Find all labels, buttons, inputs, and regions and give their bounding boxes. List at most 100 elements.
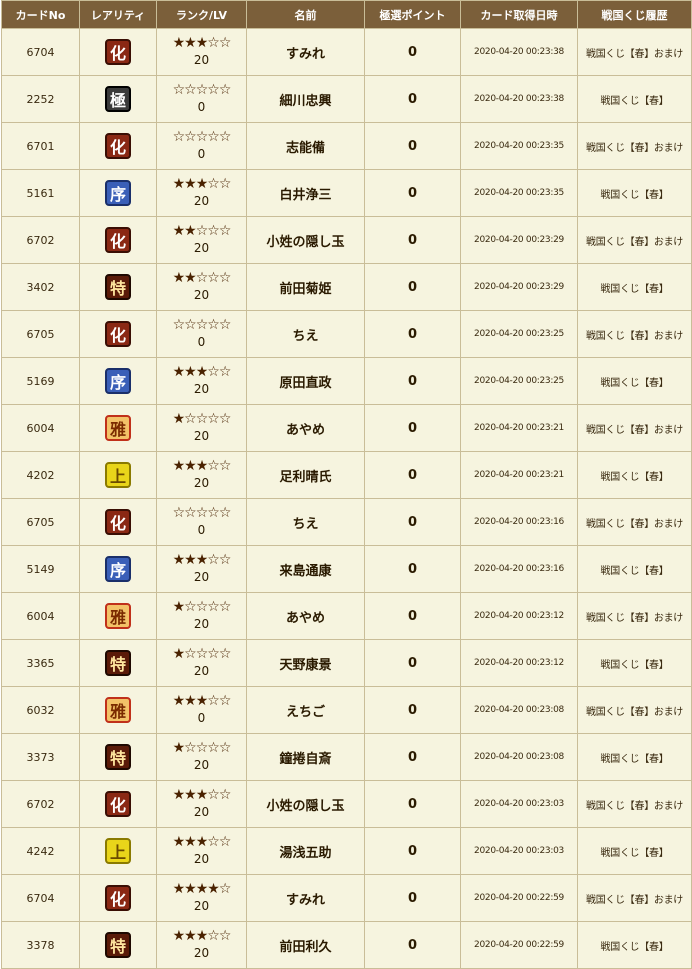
table-row: 6704 化 ★★★☆☆ 20 すみれ 0 2020-04-20 00:23:38 戦国くじ【…: [1, 28, 692, 76]
acquired-date: 2020-04-20 00:23:21: [460, 404, 578, 452]
rank-stars: ★★★☆☆: [172, 364, 232, 380]
history-label: 戦国くじ【春】おまけ: [577, 592, 692, 640]
table-row: 3378 特 ★★★☆☆ 20 前田利久 0 2020-04-20 00:22:59 戦国くじ…: [1, 921, 692, 969]
card-name: ちえ: [246, 498, 365, 546]
history-label: 戦国くじ【春】: [577, 827, 692, 875]
table-row: 5149 序 ★★★☆☆ 20 来島通康 0 2020-04-20 00:23:16 戦国くじ…: [1, 545, 692, 593]
card-name: すみれ: [246, 28, 365, 76]
acquired-date: 2020-04-20 00:23:03: [460, 780, 578, 828]
rarity-cell: 雅: [79, 592, 157, 640]
table-row: 5161 序 ★★★☆☆ 20 白井浄三 0 2020-04-20 00:23:35 戦国くじ…: [1, 169, 692, 217]
card-name: 白井浄三: [246, 169, 365, 217]
rank-stars: ★☆☆☆☆: [172, 599, 232, 615]
level-value: 0: [197, 711, 206, 725]
rank-stars: ★★☆☆☆: [172, 270, 232, 286]
rank-stars: ★★★★☆: [172, 881, 232, 897]
card-name: 来島通康: [246, 545, 365, 593]
rarity-badge-icon: 序: [105, 368, 131, 394]
history-label: 戦国くじ【春】おまけ: [577, 686, 692, 734]
points-value: 0: [364, 122, 461, 170]
history-label: 戦国くじ【春】おまけ: [577, 498, 692, 546]
level-value: 20: [193, 852, 210, 866]
card-name: 湯浅五助: [246, 827, 365, 875]
points-value: 0: [364, 780, 461, 828]
level-value: 20: [193, 476, 210, 490]
header-history: 戦国くじ履歴: [577, 0, 692, 29]
rank-lv-cell: ★☆☆☆☆ 20: [156, 592, 247, 640]
card-no: 2252: [1, 75, 80, 123]
card-no: 6702: [1, 780, 80, 828]
rank-lv-cell: ★★★☆☆ 20: [156, 827, 247, 875]
acquired-date: 2020-04-20 00:23:29: [460, 263, 578, 311]
rarity-cell: 雅: [79, 686, 157, 734]
points-value: 0: [364, 733, 461, 781]
points-value: 0: [364, 639, 461, 687]
rarity-badge-icon: 特: [105, 650, 131, 676]
card-no: 6004: [1, 592, 80, 640]
level-value: 20: [193, 288, 210, 302]
level-value: 20: [193, 617, 210, 631]
card-name: 鐘捲自斎: [246, 733, 365, 781]
rarity-badge-icon: 極: [105, 86, 131, 112]
rank-lv-cell: ☆☆☆☆☆ 0: [156, 498, 247, 546]
rarity-cell: 序: [79, 169, 157, 217]
header-row: カードNo レアリティ ランク/LV 名前 極選ポイント カード取得日時 戦国く…: [1, 0, 692, 29]
header-points: 極選ポイント: [364, 0, 461, 29]
rank-lv-cell: ★★★☆☆ 0: [156, 686, 247, 734]
history-label: 戦国くじ【春】おまけ: [577, 780, 692, 828]
rank-stars: ★☆☆☆☆: [172, 646, 232, 662]
acquired-date: 2020-04-20 00:23:12: [460, 639, 578, 687]
table-row: 6004 雅 ★☆☆☆☆ 20 あやめ 0 2020-04-20 00:23:21 戦国くじ【…: [1, 404, 692, 452]
points-value: 0: [364, 921, 461, 969]
table-row: 5169 序 ★★★☆☆ 20 原田直政 0 2020-04-20 00:23:25 戦国くじ…: [1, 357, 692, 405]
history-label: 戦国くじ【春】おまけ: [577, 122, 692, 170]
header-card-no: カードNo: [1, 0, 80, 29]
rank-stars: ★★★☆☆: [172, 552, 232, 568]
rarity-cell: 化: [79, 310, 157, 358]
card-name: あやめ: [246, 592, 365, 640]
rarity-badge-icon: 序: [105, 556, 131, 582]
rarity-cell: 化: [79, 498, 157, 546]
level-value: 0: [197, 147, 206, 161]
level-value: 0: [197, 100, 206, 114]
rarity-badge-icon: 特: [105, 274, 131, 300]
history-label: 戦国くじ【春】: [577, 75, 692, 123]
card-name: 天野康景: [246, 639, 365, 687]
rank-lv-cell: ★★★☆☆ 20: [156, 357, 247, 405]
rarity-badge-icon: 化: [105, 509, 131, 535]
rarity-cell: 特: [79, 733, 157, 781]
points-value: 0: [364, 874, 461, 922]
rank-stars: ★★★☆☆: [172, 35, 232, 51]
history-label: 戦国くじ【春】おまけ: [577, 216, 692, 264]
history-label: 戦国くじ【春】おまけ: [577, 404, 692, 452]
acquired-date: 2020-04-20 00:23:35: [460, 122, 578, 170]
table-row: 6702 化 ★★★☆☆ 20 小姓の隠し玉 0 2020-04-20 00:23:03 戦国…: [1, 780, 692, 828]
rarity-cell: 化: [79, 874, 157, 922]
rank-lv-cell: ★★★☆☆ 20: [156, 451, 247, 499]
rarity-cell: 序: [79, 545, 157, 593]
header-name: 名前: [246, 0, 365, 29]
card-name: 前田菊姫: [246, 263, 365, 311]
points-value: 0: [364, 686, 461, 734]
acquired-date: 2020-04-20 00:22:59: [460, 921, 578, 969]
rank-stars: ☆☆☆☆☆: [172, 129, 232, 145]
points-value: 0: [364, 75, 461, 123]
rarity-badge-icon: 序: [105, 180, 131, 206]
rarity-badge-icon: 雅: [105, 603, 131, 629]
rarity-cell: 上: [79, 451, 157, 499]
history-label: 戦国くじ【春】: [577, 451, 692, 499]
acquired-date: 2020-04-20 00:22:59: [460, 874, 578, 922]
card-name: ちえ: [246, 310, 365, 358]
card-name: 志能備: [246, 122, 365, 170]
rank-stars: ★☆☆☆☆: [172, 411, 232, 427]
acquired-date: 2020-04-20 00:23:29: [460, 216, 578, 264]
rarity-badge-icon: 上: [105, 838, 131, 864]
rarity-badge-icon: 特: [105, 744, 131, 770]
history-label: 戦国くじ【春】: [577, 545, 692, 593]
card-no: 6702: [1, 216, 80, 264]
level-value: 20: [193, 53, 210, 67]
table-row: 6702 化 ★★☆☆☆ 20 小姓の隠し玉 0 2020-04-20 00:23:29 戦国…: [1, 216, 692, 264]
rank-lv-cell: ★☆☆☆☆ 20: [156, 404, 247, 452]
card-no: 6705: [1, 310, 80, 358]
points-value: 0: [364, 357, 461, 405]
